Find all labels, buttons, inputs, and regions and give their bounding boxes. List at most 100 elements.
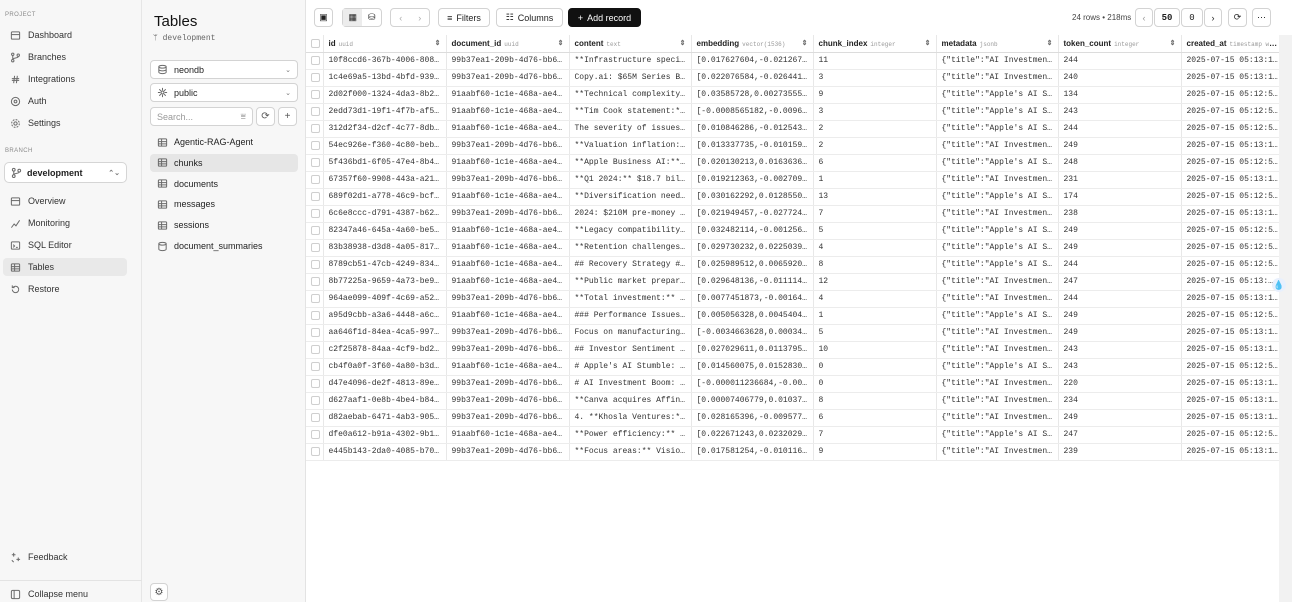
table-cell[interactable]: 6c6e8ccc-d791-4387-b62… [323,205,447,223]
sidebar-item-sql-editor[interactable]: SQL Editor [3,236,127,254]
table-cell[interactable]: 2025-07-15 05:13:17.… [1181,443,1285,461]
row-checkbox[interactable] [306,256,324,274]
table-cell[interactable]: 91aabf60-1c1e-468a-ae4… [446,307,570,325]
table-cell[interactable]: 99b37ea1-209b-4d76-bb6… [446,392,570,410]
table-list-item[interactable]: documents [150,175,298,193]
table-cell[interactable]: 2025-07-15 05:12:53.… [1181,154,1285,172]
table-cell[interactable]: [0.014560075,0.0152830… [691,358,814,376]
table-cell[interactable]: # Apple's AI Stumble: … [569,358,692,376]
column-header-content[interactable]: content text ⇕ [569,35,692,53]
table-cell[interactable]: [0.028165396,-0.009577… [691,409,814,427]
table-cell[interactable]: [0.010846286,-0.012543… [691,120,814,138]
table-cell[interactable]: {"title":"AI Investmen… [936,52,1059,70]
table-cell[interactable]: 249 [1058,324,1182,342]
table-cell[interactable]: 2025-07-15 05:13:… [1181,273,1285,291]
table-cell[interactable]: Copy.ai: $65M Series B… [569,69,692,87]
table-cell[interactable]: 4 [813,290,937,308]
table-cell[interactable]: **Q1 2024:** $18.7 bil… [569,171,692,189]
table-cell[interactable]: [0.005056328,0.0045404… [691,307,814,325]
table-cell[interactable]: 2d02f000-1324-4da3-8b2… [323,86,447,104]
table-cell[interactable]: 2025-07-15 05:12:53.… [1181,239,1285,257]
table-cell[interactable]: [0.030162292,0.0128550… [691,188,814,206]
table-cell[interactable]: 8789cb51-47cb-4249-834… [323,256,447,274]
table-cell[interactable]: [-0.000011236684,-0.00… [691,375,814,393]
table-cell[interactable]: 9 [813,86,937,104]
table-cell[interactable]: **Apple Business AI:**… [569,154,692,172]
table-cell[interactable]: {"title":"Apple's AI S… [936,103,1059,121]
add-record-button[interactable]: + Add record [568,8,641,27]
row-checkbox[interactable] [306,205,324,223]
table-cell[interactable]: {"title":"Apple's AI S… [936,154,1059,172]
grid-view-icon[interactable]: ▦ [343,9,363,26]
table-row[interactable]: 312d2f34-d2cf-4c77-8db… 91aabf60-1c1e-468… [306,120,1285,138]
table-cell[interactable]: a95d9cbb-a3a6-4448-a6c… [323,307,447,325]
vertical-scrollbar[interactable] [1279,35,1292,602]
table-cell[interactable]: **Diversification need… [569,188,692,206]
table-cell[interactable]: 2025-07-15 05:13:17.… [1181,324,1285,342]
table-cell[interactable]: {"title":"Apple's AI S… [936,222,1059,240]
table-row[interactable]: 67357f60-9908-443a-a21… 99b37ea1-209b-4d7… [306,171,1285,189]
table-cell[interactable]: {"title":"Apple's AI S… [936,86,1059,104]
table-cell[interactable]: ## Investor Sentiment … [569,341,692,359]
table-cell[interactable]: **Power efficiency:** … [569,426,692,444]
row-checkbox[interactable] [306,409,324,427]
table-cell[interactable]: 99b37ea1-209b-4d76-bb6… [446,205,570,223]
table-cell[interactable]: [0.032482114,-0.001256… [691,222,814,240]
column-header-token-count[interactable]: token_count integer ⇕ [1058,35,1182,53]
row-checkbox[interactable] [306,290,324,308]
table-cell[interactable]: {"title":"AI Investmen… [936,341,1059,359]
table-cell[interactable]: 3 [813,103,937,121]
table-cell[interactable]: {"title":"AI Investmen… [936,273,1059,291]
schema-select[interactable]: public ⌄ [150,83,298,102]
table-cell[interactable]: Focus on manufacturing… [569,324,692,342]
table-cell[interactable]: 234 [1058,392,1182,410]
table-cell[interactable]: d47e4096-de2f-4813-89e… [323,375,447,393]
table-cell[interactable]: 2025-07-15 05:13:17.… [1181,69,1285,87]
table-cell[interactable]: 99b37ea1-209b-4d76-bb6… [446,443,570,461]
table-cell[interactable]: 2025-07-15 05:12:53.… [1181,103,1285,121]
table-cell[interactable]: **Infrastructure speci… [569,52,692,70]
table-row[interactable]: 964ae099-409f-4c69-a52… 99b37ea1-209b-4d7… [306,290,1285,308]
table-cell[interactable]: {"title":"Apple's AI S… [936,358,1059,376]
branch-selector[interactable]: development ⌃⌄ [4,162,127,183]
chevron-left-icon[interactable]: ‹ [391,13,410,23]
table-row[interactable]: 2edd73d1-19f1-4f7b-af5… 91aabf60-1c1e-468… [306,103,1285,121]
table-cell[interactable]: 2025-07-15 05:13:17.… [1181,205,1285,223]
table-cell[interactable]: [-0.0034663628,0.00034… [691,324,814,342]
feedback-button[interactable]: Feedback [3,548,127,566]
table-cell[interactable]: 5 [813,324,937,342]
table-row[interactable]: aa646f1d-84ea-4ca5-997… 99b37ea1-209b-4d7… [306,324,1285,342]
table-cell[interactable]: 54ec926e-f360-4c80-beb… [323,137,447,155]
table-row[interactable]: dfe0a612-b91a-4302-9b1… 91aabf60-1c1e-468… [306,426,1285,444]
table-cell[interactable]: 67357f60-9908-443a-a21… [323,171,447,189]
row-checkbox[interactable] [306,222,324,240]
table-cell[interactable]: The severity of issues… [569,120,692,138]
table-cell[interactable]: 243 [1058,103,1182,121]
table-cell[interactable]: 247 [1058,273,1182,291]
column-header-metadata[interactable]: metadata jsonb ⇕ [936,35,1059,53]
table-row[interactable]: 8789cb51-47cb-4249-834… 91aabf60-1c1e-468… [306,256,1285,274]
table-list-item[interactable]: Agentic-RAG-Agent [150,133,298,151]
table-cell[interactable]: c2f25878-84aa-4cf9-bd2… [323,341,447,359]
table-cell[interactable]: **Public market prepar… [569,273,692,291]
row-checkbox[interactable] [306,426,324,444]
table-cell[interactable]: [0.013337735,-0.010159… [691,137,814,155]
table-cell[interactable]: 9 [813,443,937,461]
table-cell[interactable]: cb4f0a0f-3f60-4a80-b3d… [323,358,447,376]
table-cell[interactable]: {"title":"AI Investmen… [936,171,1059,189]
row-checkbox[interactable] [306,273,324,291]
database-select[interactable]: neondb ⌄ [150,60,298,79]
table-cell[interactable]: **Total investment:** … [569,290,692,308]
collapse-menu-button[interactable]: Collapse menu [3,585,127,602]
table-cell[interactable]: **Retention challenges… [569,239,692,257]
row-checkbox[interactable] [306,69,324,87]
columns-button[interactable]: ☷ Columns [496,8,563,27]
table-cell[interactable]: 2025-07-15 05:13:17.… [1181,409,1285,427]
table-cell[interactable]: 2 [813,120,937,138]
table-cell[interactable]: {"title":"Apple's AI S… [936,256,1059,274]
sort-icon[interactable]: ⇕ [435,39,441,47]
table-cell[interactable]: 91aabf60-1c1e-468a-ae4… [446,256,570,274]
table-cell[interactable]: [0.017627604,-0.021267… [691,52,814,70]
table-cell[interactable]: 2025-07-15 05:13:17.… [1181,52,1285,70]
table-cell[interactable]: [0.021949457,-0.027724… [691,205,814,223]
